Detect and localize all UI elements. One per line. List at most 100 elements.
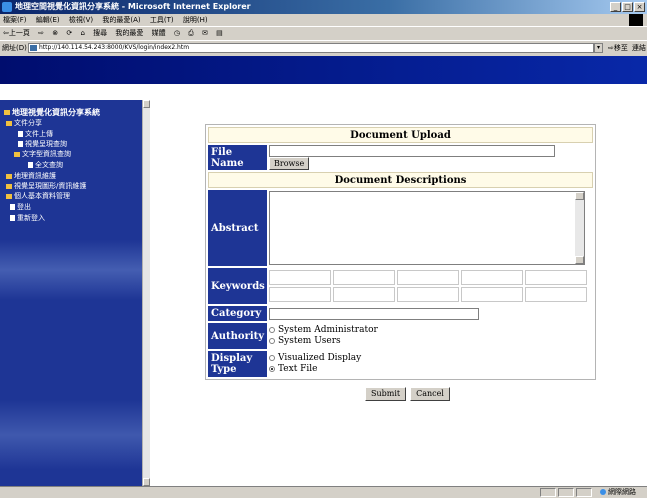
cancel-button[interactable]: Cancel [410, 387, 450, 401]
authority-users-radio[interactable]: System Users [269, 336, 593, 347]
radio-label: System Users [278, 336, 341, 346]
abstract-textarea[interactable] [269, 191, 585, 265]
address-input[interactable]: http://140.114.54.243:8000/KVS/login/ind… [28, 43, 594, 53]
sidebar-scrollbar[interactable] [142, 100, 150, 486]
forward-button[interactable]: ⇨ [38, 29, 44, 37]
authority-label: Authority [208, 323, 267, 349]
keyword-input[interactable] [525, 287, 587, 302]
submit-button[interactable]: Submit [365, 387, 407, 401]
document-icon [18, 141, 23, 147]
radio-icon [269, 326, 275, 333]
mail-button[interactable]: ✉ [202, 29, 208, 37]
nav-item-label: 視覺呈現圖形/資訊維護 [14, 182, 87, 190]
go-button[interactable]: ⇨移至 [608, 41, 628, 55]
scroll-down-icon[interactable] [575, 256, 584, 264]
history-button[interactable]: ◷ [174, 29, 180, 37]
menu-edit[interactable]: 編輯(E) [36, 16, 60, 24]
nav-item-profile[interactable]: 個人基本資料管理 [6, 192, 70, 201]
display-type-label: Display Type [208, 351, 267, 377]
form-title: Document Upload [208, 127, 593, 143]
edit-page-button[interactable]: ▤ [216, 29, 223, 37]
print-button[interactable]: ⎙ [188, 29, 194, 37]
page-icon [30, 45, 37, 51]
back-button[interactable]: ⇦上一頁 [3, 29, 30, 37]
radio-icon [269, 354, 275, 361]
nav-tree-title-text: 地理視覺化資訊分享系統 [12, 108, 100, 117]
nav-item-text-query[interactable]: 文字型資訊查詢 [14, 150, 71, 159]
nav-item-logout[interactable]: 登出 [10, 203, 31, 212]
authority-admin-radio[interactable]: System Administrator [269, 325, 593, 336]
radio-label: Text File [278, 364, 318, 374]
nav-item-document-upload[interactable]: 文件上傳 [18, 130, 53, 139]
menu-file[interactable]: 檔案(F) [3, 16, 27, 24]
window-controls: _ □ × [610, 2, 645, 12]
nav-item-label: 個人基本資料管理 [14, 192, 70, 200]
maximize-button[interactable]: □ [622, 2, 633, 12]
display-text-radio[interactable]: Text File [269, 364, 593, 375]
nav-item-visual-maintenance[interactable]: 視覺呈現圖形/資訊維護 [6, 182, 86, 191]
nav-item-visual-query[interactable]: 視覺呈現查詢 [18, 140, 67, 149]
scroll-down-icon[interactable] [143, 478, 150, 486]
abstract-scrollbar[interactable] [575, 192, 584, 264]
category-input[interactable] [269, 307, 479, 320]
browse-button[interactable]: Browse [269, 157, 310, 170]
keywords-grid [269, 270, 587, 302]
file-name-input[interactable] [269, 145, 555, 157]
links-button[interactable]: 連結 [632, 41, 646, 55]
menu-view[interactable]: 檢視(V) [69, 16, 93, 24]
keyword-input[interactable] [397, 270, 459, 285]
keyword-input[interactable] [461, 270, 523, 285]
scroll-up-icon[interactable] [143, 100, 150, 108]
menu-help[interactable]: 說明(H) [183, 16, 208, 24]
scroll-up-icon[interactable] [575, 192, 584, 200]
keyword-input[interactable] [333, 287, 395, 302]
search-button[interactable]: 搜尋 [93, 29, 107, 37]
file-name-cell: Browse [269, 145, 593, 170]
keyword-input[interactable] [397, 287, 459, 302]
nav-item-label: 登出 [17, 203, 31, 211]
keyword-input[interactable] [333, 270, 395, 285]
nav-item-label: 文件上傳 [25, 130, 53, 138]
ie-logo-icon [2, 2, 12, 12]
menu-bar: 檔案(F) 編輯(E) 檢視(V) 我的最愛(A) 工具(T) 說明(H) [0, 14, 647, 26]
status-cell [540, 488, 556, 497]
keyword-input[interactable] [461, 287, 523, 302]
nav-item-label: 重新登入 [17, 214, 45, 222]
window-titlebar: 地理空間視覺化資訊分享系統 - Microsoft Internet Explo… [0, 0, 647, 14]
folder-icon [14, 151, 20, 157]
category-label: Category [208, 306, 267, 321]
home-button[interactable]: ⌂ [80, 29, 84, 37]
favorites-button[interactable]: 我的最愛 [115, 29, 143, 37]
keyword-input[interactable] [269, 270, 331, 285]
stop-button[interactable]: ⊗ [52, 29, 58, 37]
go-label: 移至 [613, 44, 628, 52]
security-zone-label: 網際網路 [608, 488, 636, 496]
sidebar-texture [0, 240, 142, 300]
radio-label: Visualized Display [278, 353, 362, 363]
nav-item-fulltext-query[interactable]: 全文查詢 [28, 161, 63, 170]
nav-item-geo-maintenance[interactable]: 地理資訊維護 [6, 172, 56, 181]
keywords-label: Keywords [208, 268, 267, 304]
nav-item-document-sharing[interactable]: 文件分享 [6, 119, 42, 128]
authority-cell: System Administrator System Users [269, 323, 593, 349]
menu-tools[interactable]: 工具(T) [150, 16, 174, 24]
nav-item-relogin[interactable]: 重新登入 [10, 214, 45, 223]
refresh-button[interactable]: ⟳ [66, 29, 72, 37]
minimize-button[interactable]: _ [610, 2, 621, 12]
address-dropdown-icon[interactable]: ▾ [594, 43, 603, 53]
media-button[interactable]: 媒體 [152, 29, 166, 37]
close-button[interactable]: × [634, 2, 645, 12]
menu-favorites[interactable]: 我的最愛(A) [102, 16, 140, 24]
keyword-input[interactable] [269, 287, 331, 302]
descriptions-title: Document Descriptions [208, 172, 593, 188]
windows-logo-icon [629, 14, 643, 26]
address-url: http://140.114.54.243:8000/KVS/login/ind… [39, 44, 190, 51]
display-visualized-radio[interactable]: Visualized Display [269, 353, 593, 364]
folder-icon [6, 183, 12, 189]
globe-icon [600, 489, 606, 495]
category-cell [269, 306, 593, 321]
nav-item-label: 全文查詢 [35, 161, 63, 169]
folder-icon [6, 193, 12, 199]
folder-icon [6, 173, 12, 179]
keyword-input[interactable] [525, 270, 587, 285]
